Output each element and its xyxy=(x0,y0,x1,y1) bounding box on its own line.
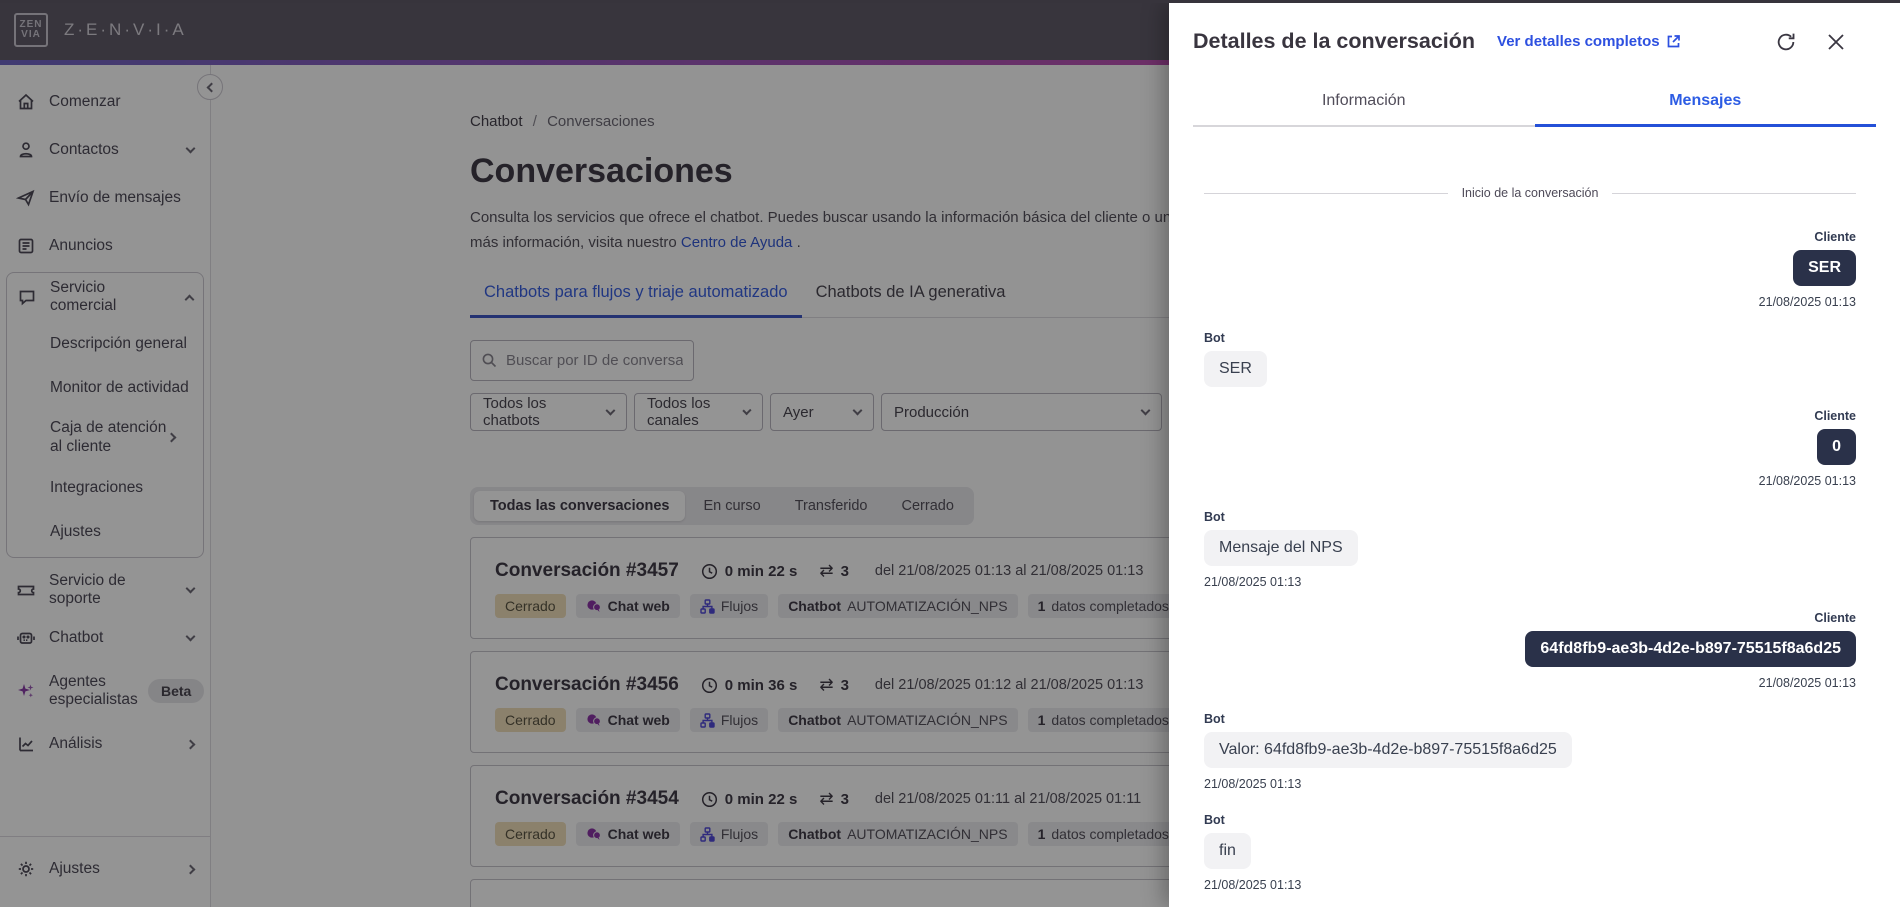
message-timestamp: 21/08/2025 01:13 xyxy=(1758,474,1856,488)
external-link-icon xyxy=(1666,34,1681,49)
message-timestamp: 21/08/2025 01:13 xyxy=(1758,295,1856,309)
message-bot: Bot SER xyxy=(1204,331,1856,387)
message-bubble: SER xyxy=(1204,351,1267,387)
message-bubble: 64fd8fb9-ae3b-4d2e-b897-75515f8a6d25 xyxy=(1525,631,1856,667)
drawer-title: Detalles de la conversación xyxy=(1193,29,1476,53)
message-bubble: Valor: 64fd8fb9-ae3b-4d2e-b897-75515f8a6… xyxy=(1204,732,1572,768)
messages-panel: Inicio de la conversación Cliente SER 21… xyxy=(1193,186,1876,907)
app-window: ZEN VIA Z·E·N·V·I·A Comenzar Contactos E… xyxy=(0,0,1900,907)
link-label: Ver detalles completos xyxy=(1497,33,1660,50)
message-sender-label: Cliente xyxy=(1814,611,1856,625)
message-timestamp: 21/08/2025 01:13 xyxy=(1758,676,1856,690)
message-client: Cliente 64fd8fb9-ae3b-4d2e-b897-75515f8a… xyxy=(1204,611,1856,690)
message-sender-label: Bot xyxy=(1204,331,1225,345)
message-sender-label: Bot xyxy=(1204,712,1225,726)
message-timestamp: 21/08/2025 01:13 xyxy=(1204,878,1302,892)
message-sender-label: Bot xyxy=(1204,813,1225,827)
refresh-button[interactable] xyxy=(1774,30,1798,54)
drawer-tab-informacion[interactable]: Información xyxy=(1193,92,1535,127)
message-bubble: Mensaje del NPS xyxy=(1204,530,1358,566)
message-client: Cliente SER 21/08/2025 01:13 xyxy=(1204,230,1856,309)
message-bot: Bot fin 21/08/2025 01:13 xyxy=(1204,813,1856,892)
message-bot: Bot Valor: 64fd8fb9-ae3b-4d2e-b897-75515… xyxy=(1204,712,1856,791)
divider-label: Inicio de la conversación xyxy=(1461,186,1599,200)
close-button[interactable] xyxy=(1824,30,1848,54)
modal-backdrop[interactable] xyxy=(0,0,1169,907)
message-sender-label: Cliente xyxy=(1814,409,1856,423)
drawer-tabs: Información Mensajes xyxy=(1193,92,1876,127)
message-bot: Bot Mensaje del NPS 21/08/2025 01:13 xyxy=(1204,510,1856,589)
divider-line xyxy=(1612,192,1857,194)
divider-line xyxy=(1204,192,1448,194)
message-timestamp: 21/08/2025 01:13 xyxy=(1204,777,1302,791)
message-sender-label: Cliente xyxy=(1814,230,1856,244)
conversation-start-divider: Inicio de la conversación xyxy=(1204,186,1857,200)
message-timestamp: 21/08/2025 01:13 xyxy=(1204,575,1302,589)
window-top-edge xyxy=(0,0,1900,3)
message-bubble: fin xyxy=(1204,833,1251,869)
drawer-actions xyxy=(1774,30,1848,54)
message-bubble: 0 xyxy=(1817,429,1856,465)
message-client: Cliente 0 21/08/2025 01:13 xyxy=(1204,409,1856,488)
drawer-tab-mensajes[interactable]: Mensajes xyxy=(1534,92,1876,127)
message-bubble: SER xyxy=(1793,250,1856,286)
view-full-details-link[interactable]: Ver detalles completos xyxy=(1497,33,1681,50)
drawer-header: Detalles de la conversación Ver detalles… xyxy=(1193,29,1876,54)
conversation-details-drawer: Detalles de la conversación Ver detalles… xyxy=(1169,3,1900,907)
message-sender-label: Bot xyxy=(1204,510,1225,524)
